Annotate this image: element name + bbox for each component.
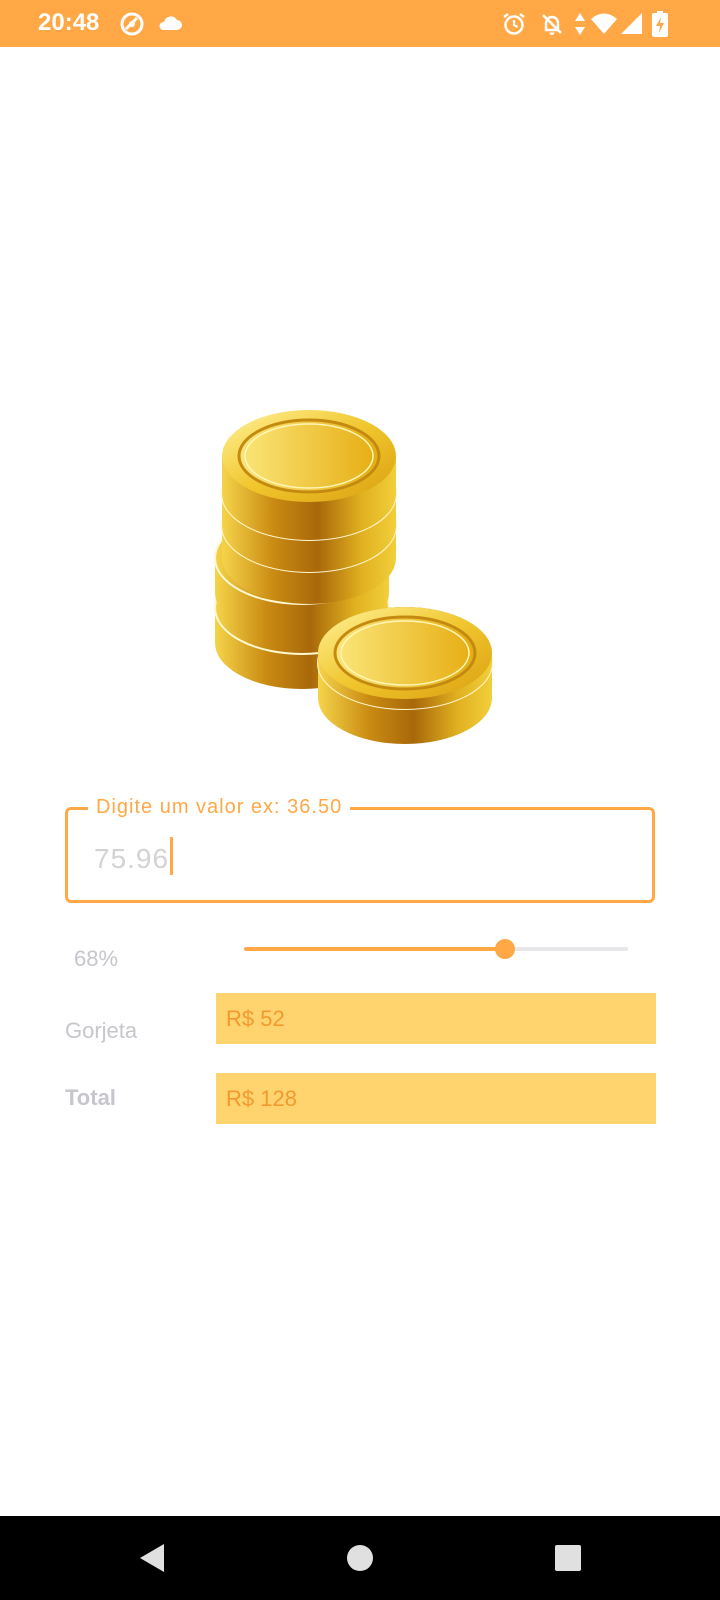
- total-value: R$ 128: [226, 1086, 297, 1111]
- tip-value-box: R$ 52: [216, 993, 656, 1044]
- notifications-off-icon: [542, 14, 562, 35]
- total-value-box: R$ 128: [216, 1073, 656, 1124]
- slider-thumb[interactable]: [495, 939, 516, 959]
- amount-input[interactable]: Digite um valor ex: 36.50 75.96: [65, 793, 655, 903]
- amount-value-text: 75.96: [94, 843, 170, 874]
- total-label: Total: [65, 1085, 116, 1110]
- tip-slider[interactable]: [244, 935, 628, 965]
- navigation-bar: [0, 1516, 720, 1600]
- signal-icon: [621, 13, 642, 34]
- amount-input-label: Digite um valor ex: 36.50: [88, 793, 351, 821]
- alarm-icon: [503, 13, 525, 35]
- battery-charging-icon: [652, 11, 668, 37]
- home-icon[interactable]: [338, 1536, 382, 1580]
- gold-coins-image: [214, 410, 493, 744]
- cloud-icon: [159, 16, 182, 30]
- back-icon[interactable]: [130, 1536, 174, 1580]
- data-saver-icon: [120, 12, 144, 36]
- tip-percent-label: 68%: [74, 946, 119, 971]
- data-arrows-icon: [575, 13, 585, 35]
- tip-label: Gorjeta: [65, 1018, 138, 1043]
- tip-value: R$ 52: [226, 1006, 285, 1031]
- amount-input-value[interactable]: 75.96: [94, 837, 174, 877]
- status-time: 20:48: [38, 9, 100, 36]
- text-caret: [170, 837, 174, 875]
- recents-icon[interactable]: [546, 1536, 590, 1580]
- status-bar: 20:48: [0, 0, 720, 47]
- wifi-icon: [591, 13, 617, 34]
- slider-fill: [244, 947, 506, 951]
